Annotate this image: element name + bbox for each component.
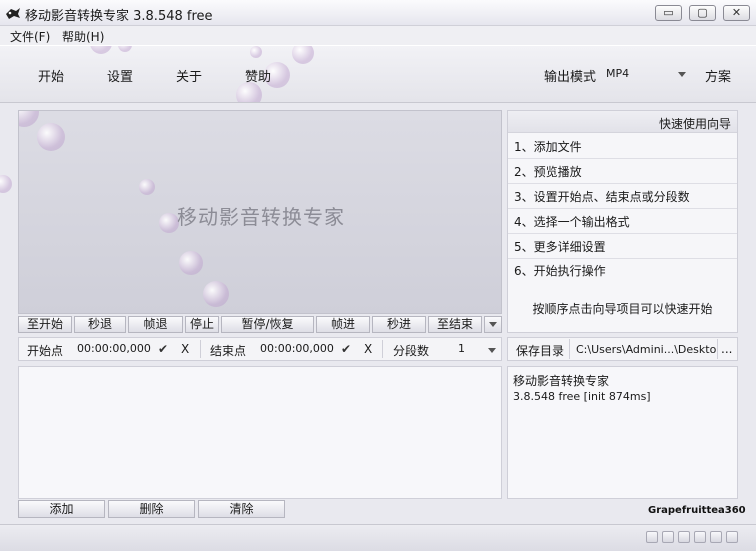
guide-item-more-settings[interactable]: 5、更多详细设置 [508,235,737,259]
frame-forward-button[interactable]: 帧进 [316,316,370,333]
start-point-label: 开始点 [27,344,64,358]
menu-file[interactable]: 文件(F) [10,28,50,45]
status-indicator [662,531,674,543]
guide-item-start[interactable]: 6、开始执行操作 [508,259,737,283]
guide-hint: 按顺序点击向导项目可以快速开始 [532,302,713,316]
end-point-label: 结束点 [210,344,247,358]
status-indicator [646,531,658,543]
preview-watermark-title: 移动影音转换专家 [177,205,345,229]
delete-file-button[interactable]: 删除 [108,500,195,518]
segments-select[interactable]: 1 [458,342,465,355]
start-point-input[interactable]: 00:00:00,000 [77,342,151,355]
chevron-down-icon [678,72,686,77]
chevron-down-icon[interactable] [488,348,496,353]
status-indicator [694,531,706,543]
toolbar-start-button[interactable]: 开始 [38,66,64,85]
start-clear-icon[interactable]: X [181,342,189,356]
status-bar [0,524,756,551]
guide-item-set-points[interactable]: 3、设置开始点、结束点或分段数 [508,185,737,209]
divider [569,339,570,359]
video-preview[interactable]: 移动影音转换专家 [18,110,502,314]
close-button[interactable]: ✕ [723,5,750,21]
toolbar-settings-button[interactable]: 设置 [107,66,133,85]
stop-button[interactable]: 停止 [185,316,219,333]
maximize-button[interactable]: ▢ [689,5,716,21]
info-app-name: 移动影音转换专家 [513,374,610,388]
credit-text: Grapefruittea360 [648,505,746,516]
to-start-button[interactable]: 至开始 [18,316,72,333]
segments-label: 分段数 [393,344,430,358]
divider [200,340,201,358]
toolbar-scheme-button[interactable]: 方案 [705,66,731,85]
save-directory-path[interactable]: C:\Users\Admini...\Desktop\ [576,343,716,356]
end-clear-icon[interactable]: X [364,342,372,356]
guide-item-add-file[interactable]: 1、添加文件 [508,135,737,159]
divider [717,339,718,359]
chevron-down-icon [489,322,497,327]
window-title: 移动影音转换专家 3.8.548 free [25,9,213,24]
info-version: 3.8.548 free [init 874ms] [513,390,651,403]
status-indicator [726,531,738,543]
clear-list-button[interactable]: 清除 [198,500,285,518]
add-file-button[interactable]: 添加 [18,500,105,518]
controls-dropdown-button[interactable] [484,316,502,333]
status-indicator [710,531,722,543]
end-confirm-icon[interactable]: ✔ [341,342,351,356]
browse-directory-button[interactable]: ... [721,342,732,356]
second-back-button[interactable]: 秒退 [74,316,126,333]
guide-item-output-format[interactable]: 4、选择一个输出格式 [508,210,737,234]
start-confirm-icon[interactable]: ✔ [158,342,168,356]
output-mode-value: MP4 [606,67,630,80]
quick-guide-title: 快速使用向导 [659,117,732,131]
file-list[interactable] [18,366,502,499]
divider [382,340,383,358]
guide-item-preview[interactable]: 2、预览播放 [508,160,737,184]
save-directory-label: 保存目录 [516,344,565,358]
output-mode-label: 输出模式 [544,70,597,85]
toolbar-donate-button[interactable]: 赞助 [245,66,271,85]
frame-back-button[interactable]: 帧退 [128,316,183,333]
pause-resume-button[interactable]: 暂停/恢复 [221,316,314,333]
second-forward-button[interactable]: 秒进 [372,316,426,333]
status-indicator [678,531,690,543]
menu-bar [0,26,756,45]
toolbar-about-button[interactable]: 关于 [176,66,202,85]
to-end-button[interactable]: 至结束 [428,316,482,333]
minimize-button[interactable]: ▭ [655,5,682,21]
menu-help[interactable]: 帮助(H) [62,28,104,45]
app-logo-icon [6,8,20,19]
output-mode-select[interactable]: MP4 [602,64,690,84]
end-point-input[interactable]: 00:00:00,000 [260,342,334,355]
